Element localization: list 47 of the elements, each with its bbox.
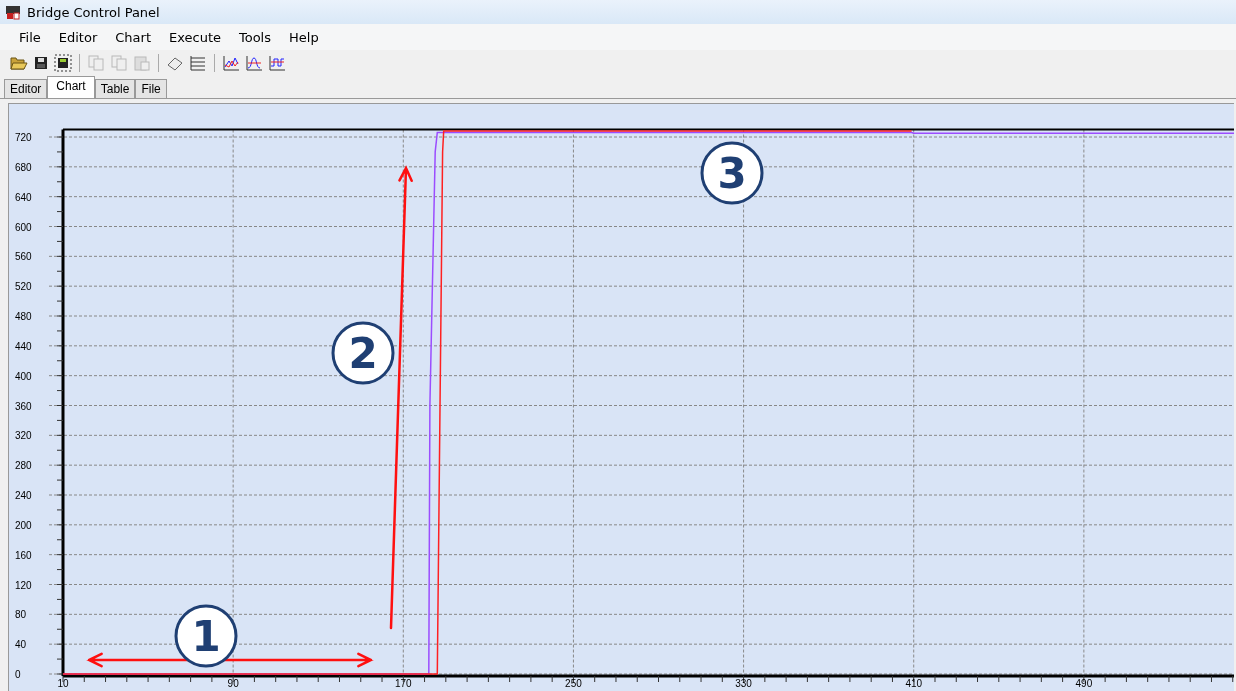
- y-tick-label: 80: [15, 609, 27, 621]
- numbered-callout: 1: [174, 604, 238, 668]
- menu-item[interactable]: Tools: [230, 27, 280, 47]
- y-tick-label: 520: [15, 281, 32, 293]
- y-tick-label: 40: [15, 639, 27, 651]
- menu-item[interactable]: File: [10, 27, 50, 47]
- numbered-callout: 3: [700, 141, 764, 205]
- list-icon[interactable]: [189, 55, 207, 71]
- chart-icon[interactable]: [222, 55, 240, 71]
- y-tick-label: 0: [15, 669, 21, 680]
- numbered-callout: 2: [331, 321, 395, 385]
- chart-icon[interactable]: [268, 55, 286, 71]
- tab[interactable]: File: [135, 79, 167, 98]
- x-tick-label: 410: [905, 678, 923, 689]
- menu-item[interactable]: Chart: [106, 27, 160, 47]
- tab[interactable]: Editor: [4, 79, 48, 98]
- y-tick-label: 360: [15, 400, 32, 412]
- y-tick-label: 640: [15, 191, 32, 203]
- x-tick-label: 330: [735, 678, 752, 689]
- app-icon: [5, 4, 21, 20]
- y-tick-label: 160: [15, 549, 32, 561]
- open-folder-icon[interactable]: [10, 55, 28, 71]
- y-tick-label: 320: [15, 430, 32, 442]
- y-tick-label: 440: [15, 340, 32, 352]
- menu-item[interactable]: Help: [280, 27, 328, 47]
- y-tick-label: 280: [15, 460, 32, 472]
- y-tick-label: 400: [15, 370, 32, 382]
- y-tick-label: 560: [15, 251, 32, 263]
- x-tick-label: 490: [1075, 678, 1093, 689]
- y-tick-label: 200: [15, 519, 32, 531]
- window-title: Bridge Control Panel: [27, 4, 160, 20]
- x-tick-label: 90: [227, 678, 239, 689]
- y-tick-label: 680: [15, 161, 32, 173]
- x-tick-label: 10: [57, 678, 69, 689]
- y-tick-label: 480: [15, 311, 32, 322]
- menu-item[interactable]: Editor: [49, 27, 107, 47]
- tab[interactable]: Table: [94, 79, 136, 98]
- x-tick-label: 250: [565, 678, 582, 689]
- y-tick-label: 120: [15, 579, 32, 591]
- menu-item[interactable]: Execute: [160, 27, 230, 47]
- chart-icon[interactable]: [245, 55, 263, 71]
- x-tick-label: 170: [394, 678, 412, 689]
- y-tick-label: 240: [15, 490, 32, 501]
- y-tick-label: 600: [15, 221, 32, 233]
- y-tick-label: 720: [15, 132, 32, 143]
- eraser-icon[interactable]: [166, 55, 184, 71]
- tab[interactable]: Chart: [47, 76, 95, 98]
